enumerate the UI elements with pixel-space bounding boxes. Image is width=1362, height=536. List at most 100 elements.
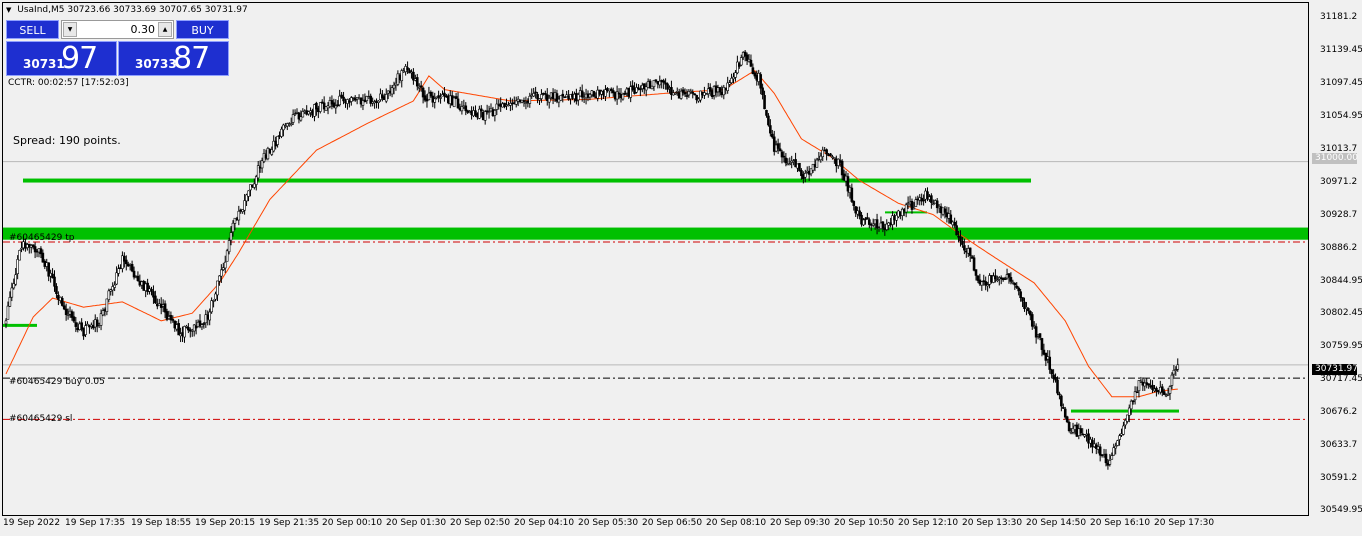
candle-body [691,92,695,94]
candle-body [1104,453,1108,464]
candle-body [406,67,409,71]
x-tick-label: 20 Sep 05:30 [578,518,639,528]
candle-body [437,95,440,98]
candle-body [815,159,819,168]
candle-body [1139,380,1143,383]
candle-body [1065,416,1069,423]
candle-body [479,108,483,112]
candle-body [301,111,305,118]
chart-plot-area[interactable] [2,2,1309,516]
candle-body [280,128,283,137]
candle-body [1112,447,1116,456]
candle-body [218,275,221,282]
candle-body [291,114,295,123]
candle-body [662,80,665,83]
candle-body [1126,414,1129,422]
candle-body [124,259,128,265]
candle-body [1131,400,1135,403]
candle-body [390,87,394,95]
sell-button[interactable]: SELL [6,20,59,39]
y-tick-label: 31097.45 [1320,78,1362,88]
candle-body [955,225,958,236]
candle-body [342,96,345,102]
candle-body [136,275,140,282]
candle-body [1027,308,1030,312]
candle-body [117,268,120,274]
candle-body [99,313,103,326]
increase-lot-button[interactable]: ▲ [158,22,172,37]
candle-body [419,85,423,88]
candle-body [247,190,250,197]
candle-body [972,257,976,271]
price-chart[interactable] [3,3,1308,515]
candle-body [996,279,999,281]
buy-price-quote[interactable]: 30733 87 [118,41,229,76]
candle-body [1176,364,1180,370]
candle-body [202,323,206,325]
x-tick-label: 20 Sep 02:50 [450,518,511,528]
candle-body [237,210,241,221]
candle-body [212,300,215,302]
candle-body [429,91,433,97]
ohlc-values: 30723.66 30733.69 30707.65 30731.97 [67,5,248,15]
candle-body [62,305,66,310]
candle-body [922,199,925,202]
candle-body [456,98,460,109]
candle-body [540,94,543,99]
candle-body [1056,379,1059,394]
triangle-down-icon: ▼ [6,6,12,14]
candle-body [1054,377,1057,381]
candle-body [1063,408,1067,418]
candle-body [1062,407,1065,409]
candle-body [980,281,984,286]
candle-body [223,261,227,269]
candle-body [621,93,625,100]
candle-body [464,105,468,112]
level-price-tag: 31000.00 [1312,153,1358,164]
decrease-lot-button[interactable]: ▼ [63,22,77,37]
candle-body [871,223,875,226]
candle-body [293,113,297,116]
candle-body [452,97,456,108]
candle-body [439,97,442,99]
buy-order-label: #60465429 buy 0.05 [9,377,105,387]
sell-price-quote[interactable]: 30731 97 [6,41,117,76]
candle-body [18,250,21,261]
candle-body [216,280,219,296]
candle-body [154,295,157,304]
candle-body [749,59,753,67]
candle-body [60,297,64,306]
candle-body [1174,369,1178,371]
candle-body [1114,445,1117,449]
candle-body [1011,281,1015,284]
candle-body [875,219,879,229]
candle-body [739,57,743,66]
x-tick-label: 19 Sep 21:35 [259,518,320,528]
candle-body [289,123,293,126]
candle-body [243,200,246,211]
candle-body [561,93,565,97]
candle-body [759,74,762,89]
candle-body [761,87,764,95]
lot-size-input[interactable] [80,22,155,37]
candle-body [1007,273,1011,278]
x-tick-label: 19 Sep 20:15 [195,518,256,528]
candle-body [930,195,933,203]
y-tick-label: 30633.7 [1320,440,1358,450]
candle-body [200,324,204,328]
y-tick-label: 31139.45 [1320,45,1362,55]
candle-body [1079,428,1083,434]
buy-button[interactable]: BUY [176,20,229,39]
y-tick-label: 31181.2 [1320,12,1358,22]
candle-body [107,290,111,300]
y-tick-label: 30886.2 [1320,243,1358,253]
candle-body [932,203,935,206]
candle-body [547,97,551,103]
candle-body [963,245,966,251]
x-tick-label: 19 Sep 2022 [3,518,61,528]
left-zone-line [3,323,37,327]
candle-body [1003,278,1007,280]
candle-body [183,326,186,338]
candle-body [1030,314,1034,327]
candle-body [675,91,679,93]
